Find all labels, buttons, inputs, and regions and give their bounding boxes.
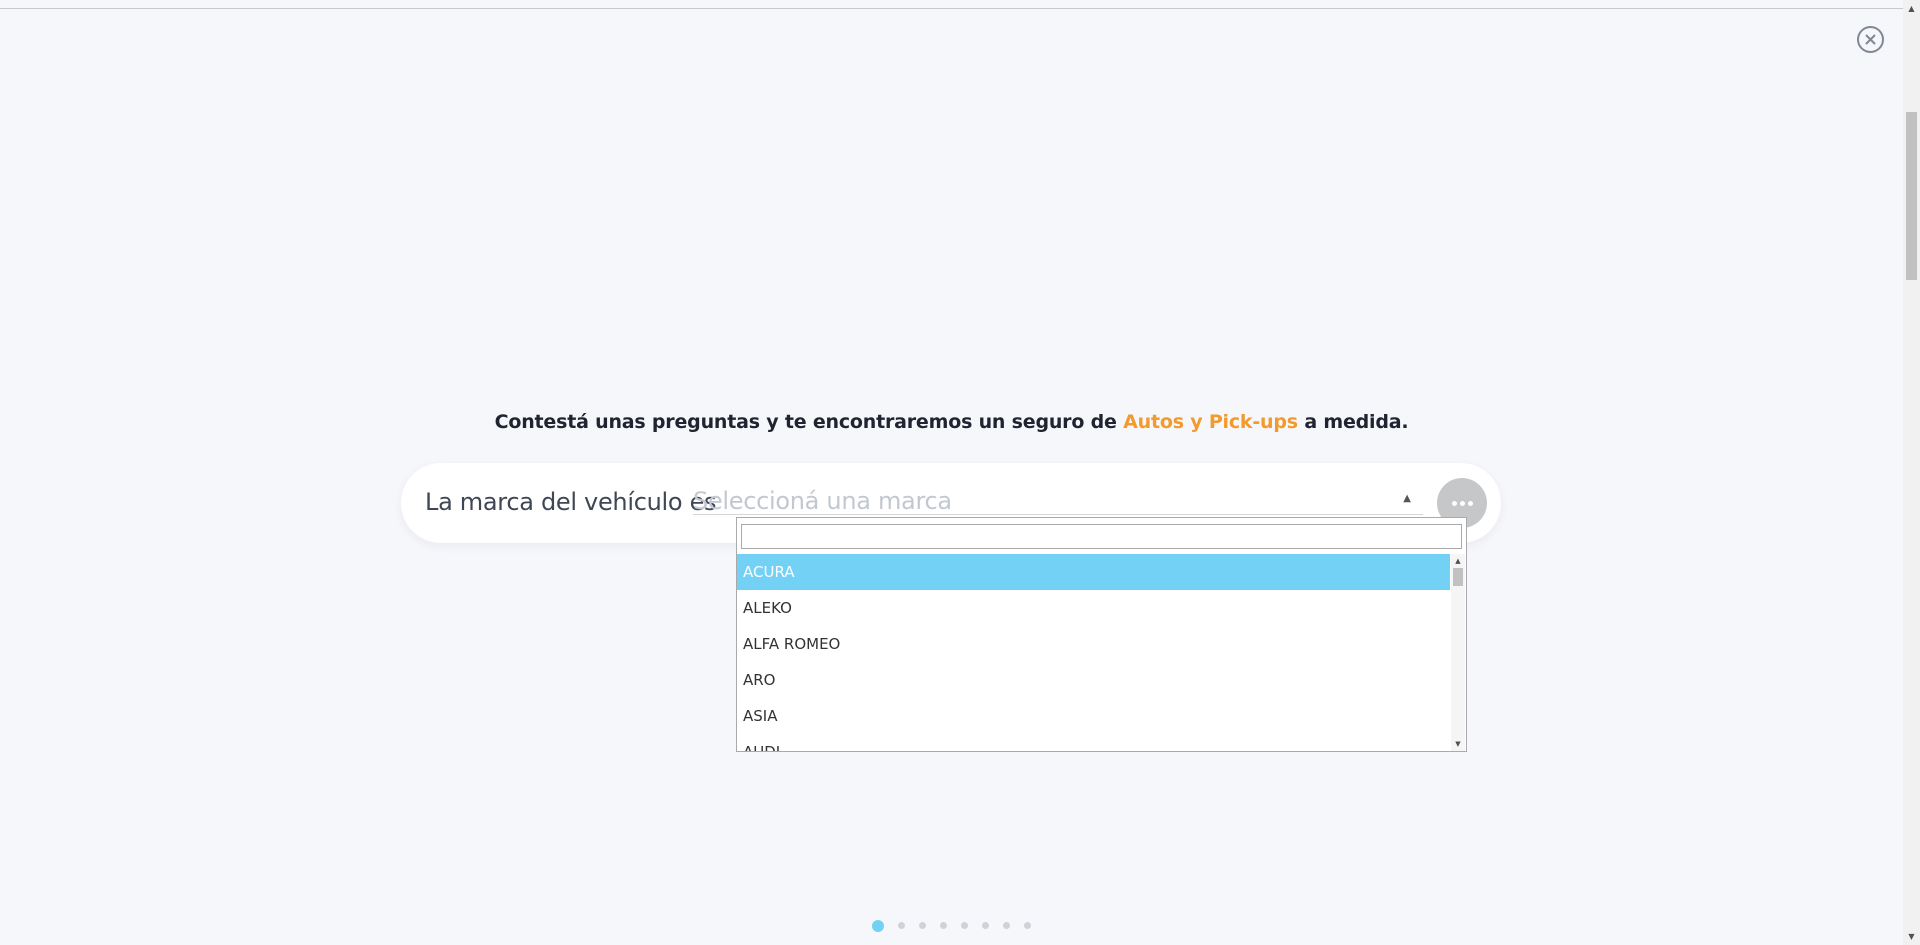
brand-option[interactable]: ASIA xyxy=(737,698,1450,734)
brand-search-input[interactable] xyxy=(741,524,1462,549)
page-headline: Contestá unas preguntas y te encontrarem… xyxy=(0,411,1903,433)
ellipsis-icon-dot xyxy=(1459,500,1465,506)
pager-dot[interactable] xyxy=(919,922,926,929)
brand-option[interactable]: ACURA xyxy=(737,554,1450,590)
brand-option[interactable]: AUDI xyxy=(737,734,1450,751)
dropdown-scroll-thumb[interactable] xyxy=(1453,568,1463,586)
close-button[interactable] xyxy=(1857,26,1884,53)
caret-up-icon: ▲ xyxy=(1403,493,1411,504)
page: ▲ ▼ Contestá unas preguntas y te encontr… xyxy=(0,0,1920,945)
headline-prefix: Contestá unas preguntas y te encontrarem… xyxy=(494,411,1117,433)
step-pager xyxy=(0,920,1903,932)
pager-dot[interactable] xyxy=(898,922,905,929)
dropdown-scrollbar[interactable]: ▲ ▼ xyxy=(1451,554,1465,751)
pager-dot[interactable] xyxy=(1024,922,1031,929)
scroll-up-arrow-icon[interactable]: ▲ xyxy=(1903,0,1920,17)
scrollbar-thumb[interactable] xyxy=(1906,112,1917,280)
brand-options-list: ACURAALEKOALFA ROMEOAROASIAAUDI xyxy=(737,554,1450,751)
headline-accent: Autos y Pick-ups xyxy=(1123,411,1298,433)
headline-suffix: a medida. xyxy=(1304,411,1409,433)
ellipsis-icon-dot xyxy=(1451,500,1457,506)
ellipsis-icon-dot xyxy=(1467,500,1473,506)
brand-option[interactable]: ALFA ROMEO xyxy=(737,626,1450,662)
scroll-down-arrow-icon[interactable]: ▼ xyxy=(1903,928,1920,945)
dropdown-scroll-up-icon[interactable]: ▲ xyxy=(1451,554,1465,568)
dropdown-scroll-down-icon[interactable]: ▼ xyxy=(1451,737,1465,751)
brand-select[interactable]: Seleccioná una marca ▲ xyxy=(693,484,1423,515)
page-scrollbar[interactable]: ▲ ▼ xyxy=(1903,0,1920,945)
pager-dot[interactable] xyxy=(961,922,968,929)
question-label: La marca del vehículo es xyxy=(425,488,717,516)
pager-dot[interactable] xyxy=(940,922,947,929)
top-divider xyxy=(0,8,1903,9)
pager-dot[interactable] xyxy=(1003,922,1010,929)
brand-option[interactable]: ARO xyxy=(737,662,1450,698)
brand-select-placeholder: Seleccioná una marca xyxy=(693,487,952,515)
close-icon xyxy=(1865,34,1876,45)
pager-dot[interactable] xyxy=(982,922,989,929)
brand-dropdown: ACURAALEKOALFA ROMEOAROASIAAUDI ▲ ▼ xyxy=(736,517,1467,752)
pager-dot[interactable] xyxy=(872,920,884,932)
brand-option[interactable]: ALEKO xyxy=(737,590,1450,626)
